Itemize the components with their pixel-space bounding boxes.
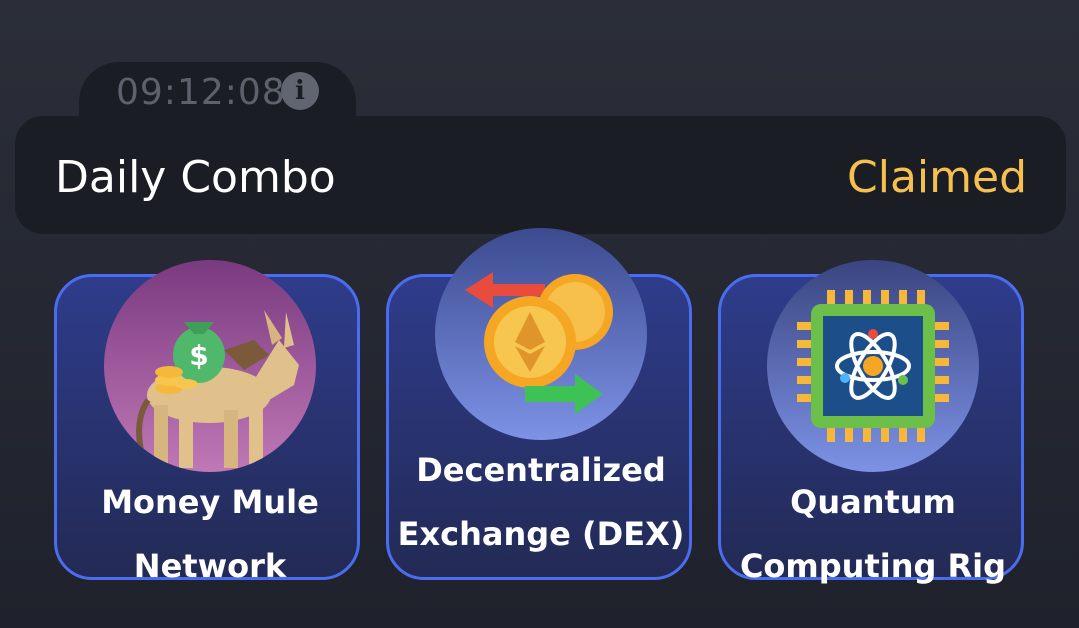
card-label: Money Mule Network bbox=[101, 483, 319, 585]
exchange-icon bbox=[435, 228, 647, 440]
card-label: Decentralized Exchange (DEX) bbox=[397, 451, 685, 553]
svg-text:$: $ bbox=[189, 339, 208, 372]
money-mule-icon: $ bbox=[104, 260, 316, 472]
quantum-chip-icon bbox=[767, 260, 979, 472]
daily-combo-title: Daily Combo bbox=[55, 152, 336, 203]
daily-combo-screen: 09:12:08 i Daily Combo Claimed $ Money M… bbox=[0, 0, 1079, 628]
info-icon[interactable]: i bbox=[281, 72, 319, 110]
card-label: Quantum Computing Rig bbox=[739, 483, 1007, 585]
combo-status: Claimed bbox=[847, 152, 1027, 203]
countdown-timer: 09:12:08 bbox=[116, 72, 286, 113]
